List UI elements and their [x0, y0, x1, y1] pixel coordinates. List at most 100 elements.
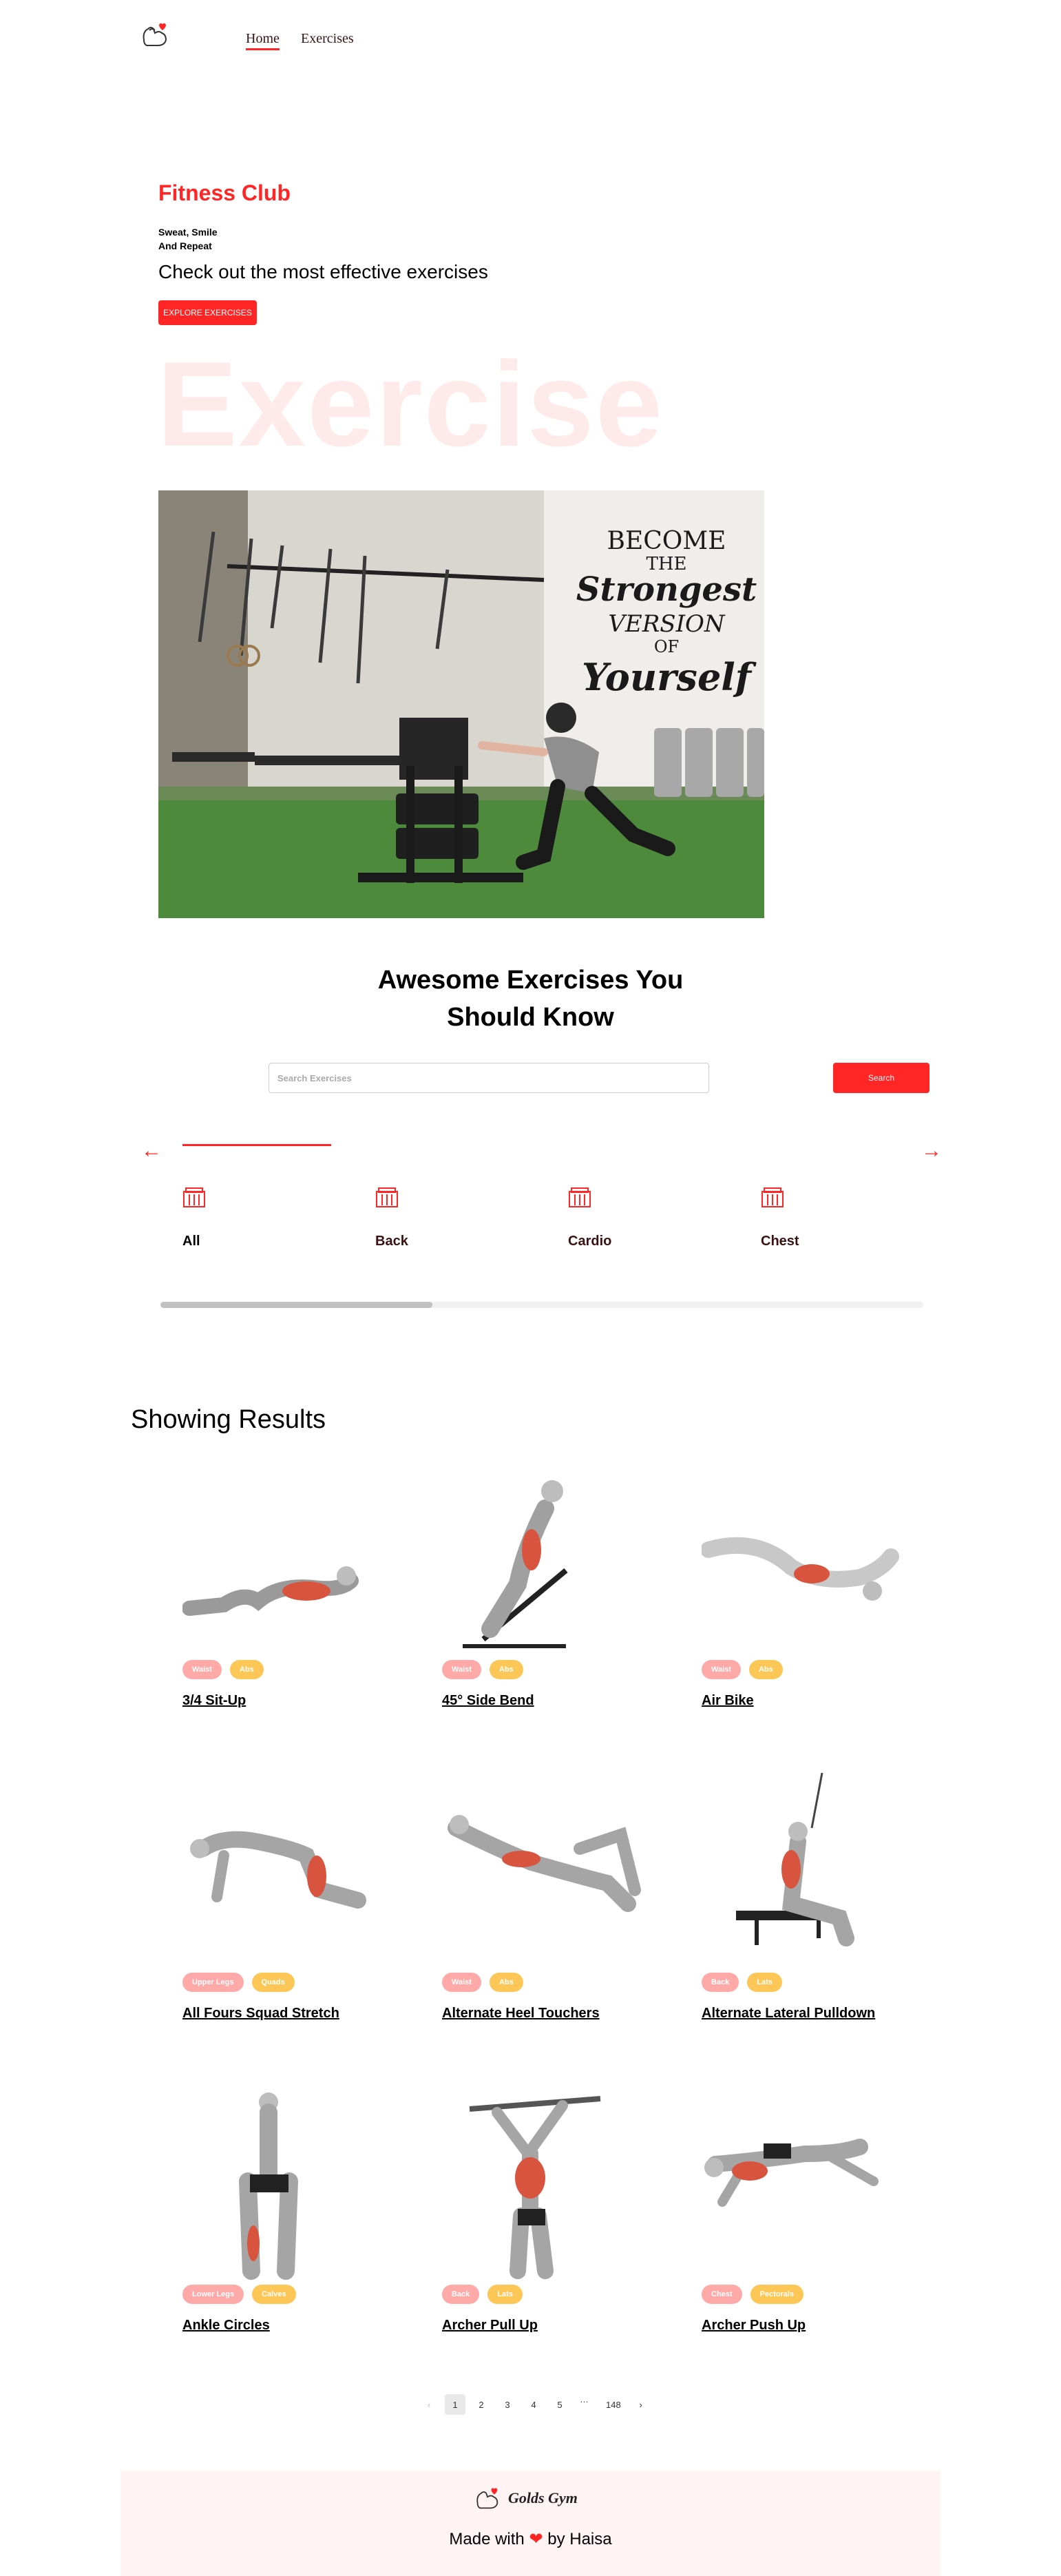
footer-credit: Made with ❤ by Haisa [120, 2529, 941, 2549]
body-part-tag[interactable]: Chest [702, 2285, 742, 2304]
search-section-title: Awesome Exercises You Should Know [0, 962, 1061, 1036]
exercise-card[interactable]: Upper Legs Quads All Fours Squad Stretch [182, 1766, 403, 2021]
target-tag[interactable]: Quads [251, 1973, 295, 1992]
exercise-image [704, 2139, 879, 2207]
category-label: All [182, 1234, 200, 1249]
exercise-name[interactable]: Alternate Lateral Pulldown [702, 2006, 875, 2022]
exercise-name[interactable]: Ankle Circles [182, 2318, 270, 2334]
results-title: Showing Results [131, 1405, 326, 1434]
pagination-page-4[interactable]: 4 [523, 2394, 544, 2415]
hero-banner-image: BECOME THE Strongest VERSION OF Yourself [158, 490, 764, 918]
exercise-image [448, 1815, 641, 1912]
target-tag[interactable]: Abs [229, 1660, 264, 1679]
body-part-tag[interactable]: Waist [442, 1660, 481, 1679]
body-part-tag[interactable]: Waist [702, 1660, 741, 1679]
exercise-name[interactable]: 3/4 Sit-Up [182, 1693, 246, 1709]
footer-logo: Golds Gym [474, 2486, 578, 2511]
pagination-ellipsis: … [580, 2394, 589, 2404]
banner-wall-line-5: OF [654, 637, 679, 656]
footer-logo-icon [476, 2488, 498, 2509]
category-label: Back [375, 1234, 408, 1249]
exercise-card[interactable]: Back Lats Archer Pull Up [442, 2078, 662, 2333]
hero-subtitle-line2: And Repeat [158, 240, 212, 251]
category-active-indicator [182, 1144, 331, 1146]
explore-exercises-button[interactable]: EXPLORE EXERCISES [158, 300, 257, 325]
hero-subtitle: Sweat, Smile And Repeat [158, 225, 218, 253]
gym-icon [183, 1187, 205, 1207]
search-title-line2: Should Know [447, 1003, 614, 1032]
scroll-right-arrow-icon[interactable]: → [921, 1141, 942, 1161]
exercise-card[interactable]: Waist Abs Air Bike [702, 1453, 922, 1708]
exercise-name[interactable]: 45° Side Bend [442, 1693, 534, 1709]
hero-text: Check out the most effective exercises [158, 261, 488, 282]
body-part-tag[interactable]: Back [442, 2285, 480, 2304]
scroll-left-arrow-icon[interactable]: ← [141, 1141, 162, 1161]
category-card-chest[interactable]: Chest [761, 1186, 899, 1249]
exercise-image [736, 1772, 854, 1946]
category-card-back[interactable]: Back [375, 1186, 513, 1249]
target-tag[interactable]: Abs [489, 1973, 523, 1992]
exercise-image [190, 1831, 366, 1909]
gym-icon [761, 1187, 784, 1207]
gym-icon [569, 1187, 591, 1207]
exercise-image [182, 1566, 359, 1616]
pagination-page-3[interactable]: 3 [497, 2394, 518, 2415]
target-tag[interactable]: Lats [487, 2285, 523, 2304]
search-button[interactable]: Search [833, 1063, 929, 1093]
footer-credit-prefix: Made with [449, 2530, 525, 2548]
pagination-prev-button[interactable]: ‹ [419, 2394, 439, 2415]
banner-wall-line-4: VERSION [608, 610, 726, 638]
target-tag[interactable]: Abs [748, 1660, 783, 1679]
gym-icon [376, 1187, 398, 1207]
exercise-image [463, 1480, 568, 1648]
nav-home-link[interactable]: Home [246, 31, 280, 50]
pagination: ‹ 1 2 3 4 5 … 148 › [419, 2394, 651, 2415]
category-card-all[interactable]: All [182, 1186, 320, 1249]
exercise-name[interactable]: Archer Pull Up [442, 2318, 538, 2334]
exercise-card[interactable]: Chest Pectorals Archer Push Up [702, 2078, 922, 2333]
target-tag[interactable]: Pectorals [750, 2285, 804, 2304]
exercise-card[interactable]: Back Lats Alternate Lateral Pulldown [702, 1766, 922, 2021]
pagination-page-1[interactable]: 1 [445, 2394, 465, 2415]
exercise-name[interactable]: All Fours Squad Stretch [182, 2006, 339, 2022]
banner-wall-line-3: Strongest [576, 570, 757, 609]
category-label: Cardio [568, 1234, 612, 1249]
banner-wall-line-6: Yourself [582, 655, 757, 699]
exercise-card[interactable]: Waist Abs Alternate Heel Touchers [442, 1766, 662, 2021]
body-part-tag[interactable]: Upper Legs [182, 1973, 244, 1992]
exercise-image [702, 1537, 899, 1601]
exercise-image [469, 2096, 601, 2279]
exercise-card[interactable]: Lower Legs Calves Ankle Circles [182, 2078, 403, 2333]
category-scrollbar-thumb[interactable] [160, 1302, 432, 1308]
category-label: Chest [761, 1234, 799, 1249]
hero-subtitle-line1: Sweat, Smile [158, 227, 218, 238]
logo-icon[interactable] [140, 19, 170, 50]
search-title-line1: Awesome Exercises You [377, 966, 684, 995]
hero-background-word: Exercise [157, 337, 664, 472]
body-part-tag[interactable]: Waist [182, 1660, 222, 1679]
target-tag[interactable]: Abs [489, 1660, 523, 1679]
exercise-name[interactable]: Alternate Heel Touchers [442, 2006, 600, 2022]
pagination-page-last[interactable]: 148 [602, 2394, 625, 2415]
body-part-tag[interactable]: Back [702, 1973, 739, 1992]
exercise-image [239, 2092, 298, 2280]
pagination-page-5[interactable]: 5 [549, 2394, 570, 2415]
target-tag[interactable]: Calves [252, 2285, 296, 2304]
pagination-next-button[interactable]: › [631, 2394, 651, 2415]
exercise-card[interactable]: Waist Abs 45° Side Bend [442, 1453, 662, 1708]
pagination-page-2[interactable]: 2 [471, 2394, 492, 2415]
target-tag[interactable]: Lats [747, 1973, 782, 1992]
footer: Golds Gym Made with ❤ by Haisa [120, 2471, 941, 2576]
category-scrollbar[interactable] [160, 1302, 923, 1308]
hero-title: Fitness Club [158, 180, 291, 205]
search-input[interactable] [269, 1063, 709, 1093]
body-part-tag[interactable]: Lower Legs [182, 2285, 244, 2304]
body-part-tag[interactable]: Waist [442, 1973, 481, 1992]
footer-brand: Golds Gym [508, 2489, 578, 2506]
category-card-cardio[interactable]: Cardio [568, 1186, 706, 1249]
exercise-name[interactable]: Air Bike [702, 1693, 754, 1709]
exercise-card[interactable]: Waist Abs 3/4 Sit-Up [182, 1453, 403, 1708]
exercise-name[interactable]: Archer Push Up [702, 2318, 806, 2334]
footer-credit-suffix: by Haisa [547, 2530, 612, 2548]
nav-exercises-link[interactable]: Exercises [301, 31, 354, 47]
